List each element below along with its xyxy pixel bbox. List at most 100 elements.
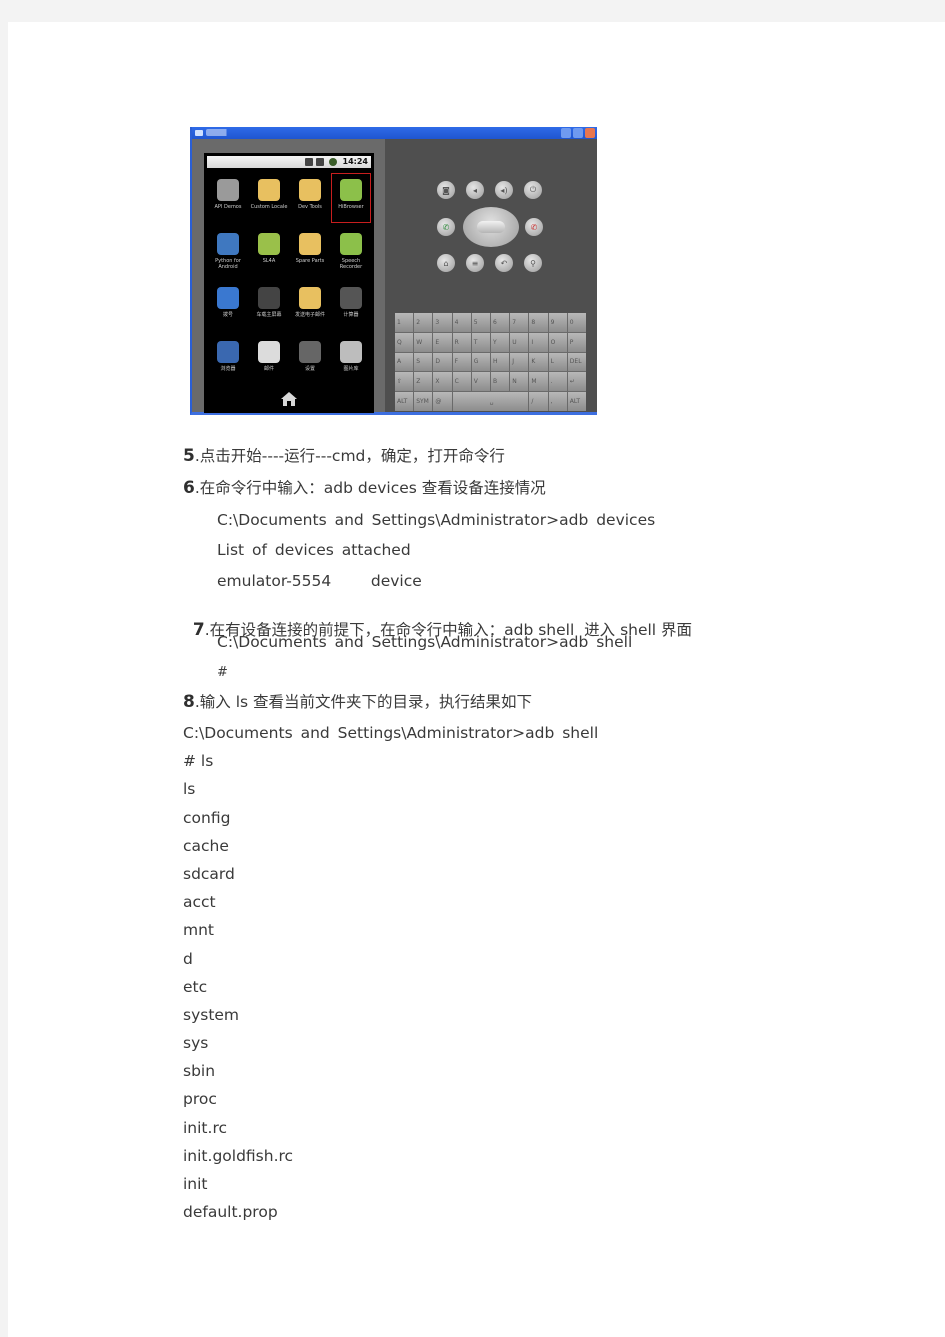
dpad: [463, 207, 519, 247]
gear-flower-icon: [258, 179, 280, 201]
close-icon: [585, 128, 595, 138]
key: L: [548, 352, 567, 372]
battery-icon: [329, 158, 337, 166]
console-line: d: [183, 950, 193, 968]
key: X: [433, 372, 452, 392]
console-line: C:\Documents and Settings\Administrator>…: [183, 724, 599, 742]
end-call-icon: ✆: [525, 218, 543, 236]
key: ALT: [395, 392, 414, 411]
key: F: [452, 352, 471, 372]
key: 5: [471, 313, 490, 332]
app-label: Spare Parts: [295, 258, 325, 264]
status-bar: 14:24: [207, 156, 371, 168]
emulator-title-blurred: [206, 129, 240, 136]
step-text: .输入 ls 查看当前文件夹下的目录，执行结果如下: [194, 693, 533, 711]
key: Z: [414, 372, 433, 392]
app-13: 邮件: [249, 335, 289, 385]
console-line: #: [217, 665, 228, 680]
key: .: [548, 372, 567, 392]
key: D: [433, 352, 452, 372]
console-line: List of devices attached: [217, 541, 411, 559]
step-number: 8: [183, 692, 195, 712]
app-1: Custom Locale: [249, 173, 289, 223]
step-6: 6.在命令行中输入：adb devices 查看设备连接情况: [183, 478, 546, 498]
key: U: [510, 332, 529, 352]
app-14: 设置: [290, 335, 330, 385]
emulator-controls-panel: ◙ ◂ ◂) ⏻ ✆ ✆ ⌂ ≡ ↶ ⚲ 1234567890 QWERTYUIOP ASDFG…: [385, 139, 597, 412]
key: Q: [395, 332, 414, 352]
key: /: [529, 392, 548, 411]
signal-icon: [316, 158, 324, 166]
app-label: HiBrowser: [338, 204, 364, 210]
key: 6: [491, 313, 510, 332]
search-icon: ⚲: [524, 254, 542, 272]
app-15: 图片库: [331, 335, 371, 385]
key: B: [491, 372, 510, 392]
app-label: Dev Tools: [298, 204, 322, 210]
key: ↵: [567, 372, 586, 392]
home-icon: [281, 392, 297, 406]
power-icon: ⏻: [524, 181, 542, 199]
gallery-icon: [340, 341, 362, 363]
console-line: emulator-5554 device: [217, 572, 422, 590]
home-icon: ⌂: [437, 254, 455, 272]
key: 9: [548, 313, 567, 332]
app-label: 发送电子邮件: [294, 312, 325, 318]
gear-flower-icon: [299, 233, 321, 255]
app-label: Custom Locale: [250, 204, 288, 210]
console-line: acct: [183, 893, 216, 911]
key: ⇧: [395, 372, 414, 392]
console-line: # ls: [183, 752, 214, 770]
app-label: 拨号: [222, 312, 233, 318]
app-6: Spare Parts: [290, 227, 330, 277]
app-label: 邮件: [263, 366, 274, 372]
phone-screen: 14:24 API Demos Custom Locale Dev Tools HiB…: [204, 153, 374, 413]
android-robot-icon: [258, 233, 280, 255]
console-line: init.goldfish.rc: [183, 1147, 294, 1165]
mail-icon: [258, 341, 280, 363]
key: 7: [510, 313, 529, 332]
window-icon: [195, 130, 203, 136]
app-label: Speech Recorder: [339, 258, 363, 270]
gear-flower-icon: [299, 179, 321, 201]
email-icon: [299, 287, 321, 309]
globe-icon: [217, 341, 239, 363]
camera-button-icon: ◙: [437, 181, 455, 199]
key: 0: [567, 313, 586, 332]
key: N: [510, 372, 529, 392]
console-line: config: [183, 809, 231, 827]
key: ␣: [452, 392, 529, 411]
key: C: [452, 372, 471, 392]
key: P: [567, 332, 586, 352]
app-label: 车载主屏幕: [256, 312, 282, 318]
app-label: 浏览器: [220, 366, 236, 372]
console-line: init: [183, 1175, 208, 1193]
step-5: 5.点击开始----运行---cmd，确定，打开命令行: [183, 446, 505, 466]
console-line: sbin: [183, 1062, 216, 1080]
console-line: sys: [183, 1034, 209, 1052]
key: 4: [452, 313, 471, 332]
key: O: [548, 332, 567, 352]
emulator-title-bar: [192, 127, 597, 139]
key: 3: [433, 313, 452, 332]
step-text: .在命令行中输入：adb devices 查看设备连接情况: [194, 479, 546, 497]
key: T: [471, 332, 490, 352]
app-label: 计算器: [343, 312, 359, 318]
app-12: 浏览器: [208, 335, 248, 385]
app-label: SL4A: [262, 258, 276, 264]
app-7: Speech Recorder: [331, 227, 371, 277]
python-icon: [217, 233, 239, 255]
console-line: mnt: [183, 921, 214, 939]
step-text: .点击开始----运行---cmd，确定，打开命令行: [194, 447, 505, 465]
app-label: API Demos: [214, 204, 242, 210]
android-app-icon: [340, 233, 362, 255]
phone-dialer-icon: [217, 287, 239, 309]
app-2: Dev Tools: [290, 173, 330, 223]
console-line: C:\Documents and Settings\Administrator>…: [217, 633, 633, 651]
app-drawer: API Demos Custom Locale Dev Tools HiBrowser…: [208, 173, 371, 385]
usb-icon: [305, 158, 313, 166]
key: G: [471, 352, 490, 372]
emulator-keyboard: 1 2 3 4 5 6 7 8 9 0 Q W E R T Y U I O P A S D F G H J K L DEL ⇧ Z X C V B N M…: [395, 313, 586, 411]
volume-down-icon: ◂: [466, 181, 484, 199]
android-app-icon: [340, 179, 362, 201]
